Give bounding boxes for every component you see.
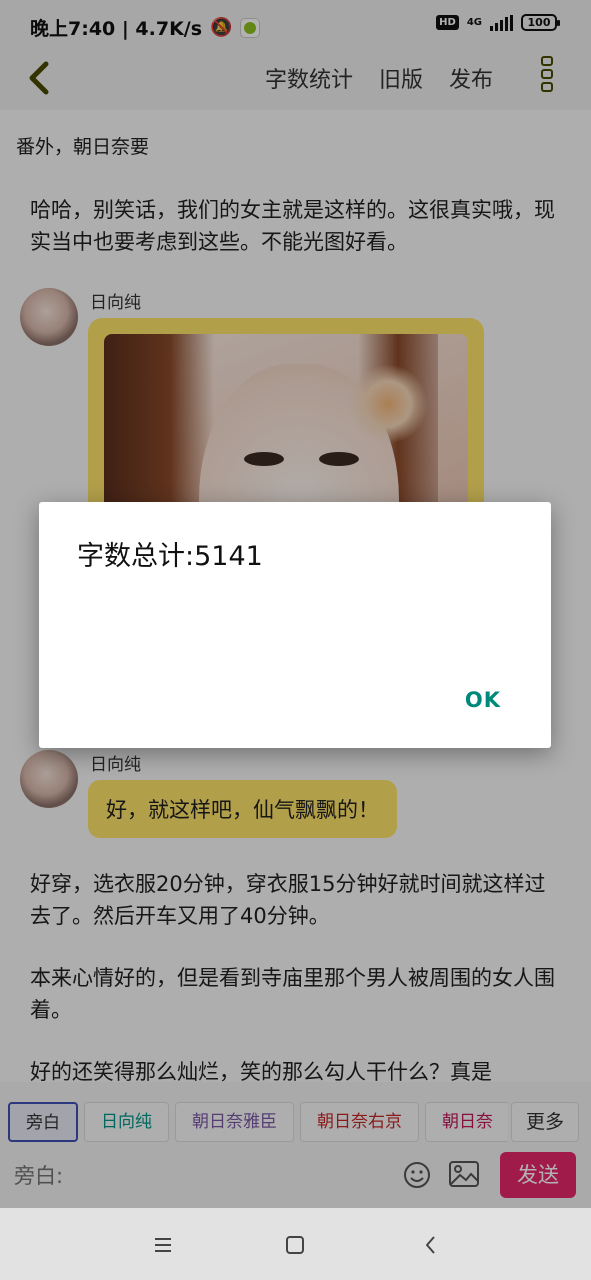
back-icon[interactable] bbox=[418, 1232, 444, 1258]
home-icon[interactable] bbox=[282, 1232, 308, 1258]
screen: 晚上7:40 | 4.7K/s 🔕 HD 4G 100 字数统计 旧版 发布 番… bbox=[0, 0, 591, 1280]
ok-button[interactable]: OK bbox=[465, 688, 501, 712]
word-count-dialog: 字数总计:5141 OK bbox=[39, 502, 551, 748]
menu-icon[interactable] bbox=[150, 1232, 176, 1258]
dialog-title: 字数总计:5141 bbox=[77, 541, 263, 572]
system-nav-bar bbox=[0, 1208, 591, 1280]
